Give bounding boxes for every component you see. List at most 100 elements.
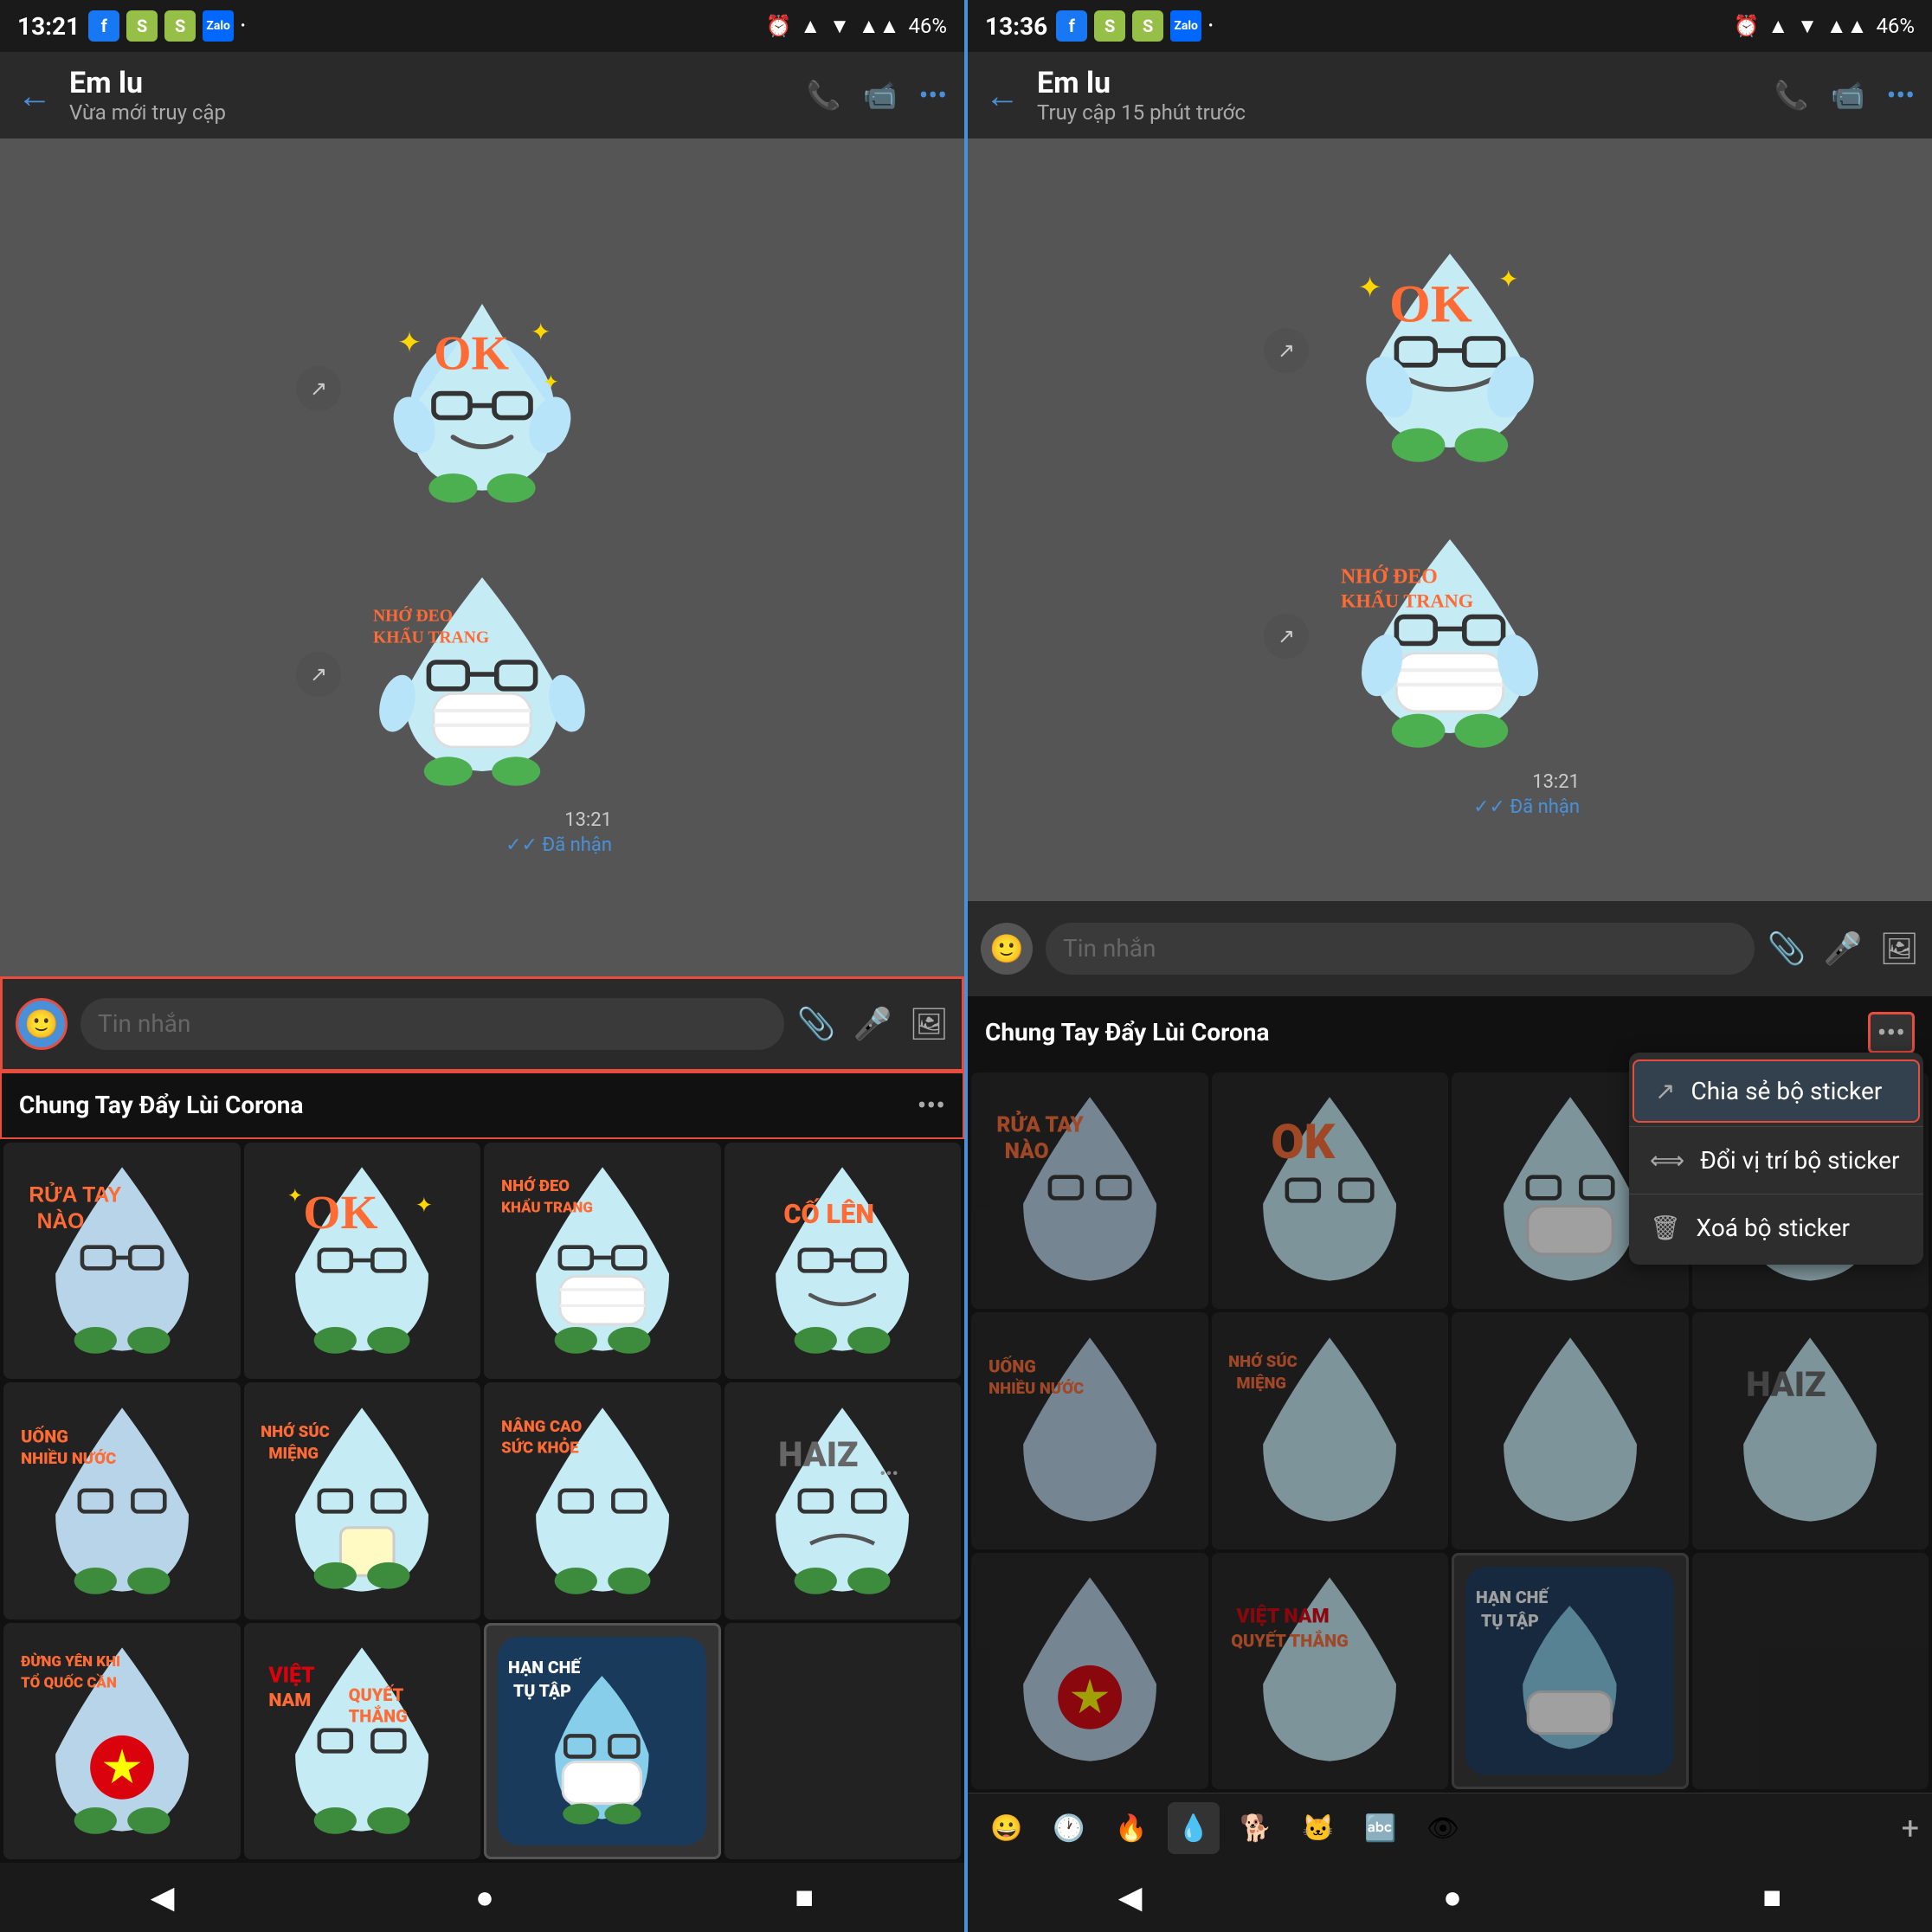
sticker-haiz[interactable]: HAIZ ••• bbox=[724, 1382, 962, 1620]
share-mask-btn-2[interactable]: ↗ bbox=[1264, 614, 1309, 659]
video-icon-2[interactable]: 📹 bbox=[1831, 79, 1865, 112]
sticker-tab-pack2[interactable]: 🐕 bbox=[1230, 1802, 1282, 1854]
svg-text:NHỚ ĐEO: NHỚ ĐEO bbox=[373, 606, 453, 625]
message-input-2[interactable]: Tin nhắn bbox=[1046, 923, 1755, 975]
sticker-drink-2[interactable]: UỐNG NHIỀU NƯỚC bbox=[971, 1312, 1208, 1549]
svg-text:RỬA TAY: RỬA TAY bbox=[996, 1111, 1084, 1138]
svg-text:•••: ••• bbox=[879, 1463, 898, 1484]
share-mask-btn[interactable]: ↗ bbox=[296, 652, 341, 697]
sticker-vn[interactable]: VIỆT NAM QUYẾT THẮNG bbox=[244, 1623, 481, 1860]
image-icon-2[interactable]: 🖼 bbox=[1879, 931, 1919, 967]
svg-text:NÂNG CAO: NÂNG CAO bbox=[501, 1417, 582, 1436]
more-icon-2[interactable]: ••• bbox=[1887, 79, 1915, 112]
emoji-button-1[interactable]: 🙂 bbox=[16, 998, 68, 1050]
ok-sticker-svg-2: OK ✦ ✦ bbox=[1329, 229, 1571, 472]
nav-back-2[interactable]: ◀ bbox=[1118, 1879, 1143, 1916]
message-input-1[interactable]: Tin nhắn bbox=[80, 998, 784, 1050]
input-bar-2: 🙂 Tin nhắn 📎 🎤 🖼 bbox=[968, 901, 1932, 996]
context-divider-1 bbox=[1629, 1126, 1923, 1127]
context-item-share[interactable]: ↗ Chia sẻ bộ sticker bbox=[1633, 1059, 1920, 1123]
emoji-button-2[interactable]: 🙂 bbox=[981, 923, 1033, 975]
share-ok-btn-2[interactable]: ↗ bbox=[1264, 328, 1309, 373]
sticker-empty-2 bbox=[1692, 1553, 1929, 1790]
sticker-health[interactable]: NÂNG CAO SỨC KHỎE bbox=[484, 1382, 721, 1620]
sticker-tab-pack1[interactable]: 💧 bbox=[1168, 1802, 1220, 1854]
attachment-icon-1[interactable]: 📎 bbox=[797, 1006, 836, 1042]
svg-text:✦: ✦ bbox=[543, 371, 559, 394]
sticker-flag[interactable]: ĐỪNG YÊN KHI TỔ QUỐC CẦN bbox=[3, 1623, 241, 1860]
sticker-gargle-2[interactable]: NHỚ SÚC MIỆNG bbox=[1212, 1312, 1449, 1549]
image-icon-1[interactable]: 🖼 bbox=[909, 1006, 949, 1042]
svg-text:✦: ✦ bbox=[531, 318, 551, 346]
sticker-tab-recent[interactable]: 🕐 bbox=[1043, 1802, 1095, 1854]
contact-name-2: Em lu bbox=[1037, 66, 1757, 100]
delete-label: Xoá bộ sticker bbox=[1697, 1214, 1850, 1242]
share-icon: ↗ bbox=[1655, 1077, 1675, 1105]
sticker-more-btn-1[interactable]: ••• bbox=[918, 1089, 945, 1122]
header-info-2: Em lu Truy cập 15 phút trước bbox=[1037, 66, 1757, 125]
sticker-wash-2[interactable]: RỬA TAY NÀO bbox=[971, 1072, 1208, 1310]
context-item-move[interactable]: ⟺ Đổi vị trí bộ sticker bbox=[1629, 1130, 1923, 1190]
sticker-health-2[interactable] bbox=[1452, 1312, 1689, 1549]
sticker-pack-header-1: Chung Tay Đẩy Lùi Corona ••• bbox=[0, 1072, 964, 1139]
svg-text:HAIZ: HAIZ bbox=[1746, 1364, 1826, 1405]
sticker-tab-text[interactable]: 🔤 bbox=[1355, 1802, 1407, 1854]
svg-text:CỐ LÊN: CỐ LÊN bbox=[784, 1197, 875, 1230]
sticker-vn-2[interactable]: VIỆT NAM QUYẾT THẮNG bbox=[1212, 1553, 1449, 1790]
sticker-wash[interactable]: RỬA TAY NÀO bbox=[3, 1143, 241, 1380]
nav-home-2[interactable]: ● bbox=[1443, 1879, 1462, 1916]
phone-icon-1[interactable]: 📞 bbox=[807, 79, 841, 112]
svg-text:OK: OK bbox=[304, 1186, 378, 1239]
svg-text:KHẨU TRANG: KHẨU TRANG bbox=[501, 1199, 593, 1217]
nav-home-1[interactable]: ● bbox=[475, 1879, 494, 1916]
sticker-tab-pack3[interactable]: 🐱 bbox=[1292, 1802, 1344, 1854]
back-button-2[interactable]: ← bbox=[985, 75, 1020, 116]
sticker-tab-trending[interactable]: 🔥 bbox=[1105, 1802, 1157, 1854]
sticker-gargle[interactable]: NHỚ SÚC MIỆNG bbox=[244, 1382, 481, 1620]
sticker-pack-name-1: Chung Tay Đẩy Lùi Corona bbox=[19, 1091, 304, 1119]
shopify-icon-4: S bbox=[1132, 10, 1163, 42]
svg-text:✦: ✦ bbox=[415, 1194, 434, 1219]
context-item-delete[interactable]: 🗑 Xoá bộ sticker bbox=[1629, 1198, 1923, 1258]
sticker-ok-2[interactable]: OK bbox=[1212, 1072, 1449, 1310]
sticker-tabs: 😀 🕐 🔥 💧 🐕 🐱 🔤 👁 + bbox=[968, 1793, 1932, 1863]
svg-text:RỬA TAY: RỬA TAY bbox=[29, 1182, 122, 1208]
phone-icon-2[interactable]: 📞 bbox=[1774, 79, 1809, 112]
add-sticker-btn[interactable]: + bbox=[1902, 1810, 1919, 1846]
msg-time-2: 13:21 bbox=[1532, 771, 1580, 793]
mic-icon-1[interactable]: 🎤 bbox=[853, 1006, 892, 1042]
nav-recent-1[interactable]: ■ bbox=[795, 1879, 814, 1916]
share-ok-btn[interactable]: ↗ bbox=[296, 366, 341, 411]
mic-icon-2[interactable]: 🎤 bbox=[1823, 931, 1862, 967]
nav-back-1[interactable]: ◀ bbox=[151, 1879, 175, 1916]
sticker-haiz-2[interactable]: HAIZ bbox=[1692, 1312, 1929, 1549]
svg-text:NHỚ ĐEO: NHỚ ĐEO bbox=[1341, 565, 1438, 589]
sticker-drink[interactable]: UỐNG NHIỀU NƯỚC bbox=[3, 1382, 241, 1620]
shopify-icon-3: S bbox=[1094, 10, 1125, 42]
svg-text:TỤ TẬP: TỤ TẬP bbox=[513, 1681, 571, 1701]
sticker-pack-name-2: Chung Tay Đẩy Lùi Corona bbox=[985, 1018, 1270, 1046]
svg-text:VIỆT NAM: VIỆT NAM bbox=[1236, 1604, 1330, 1628]
sticker-mask[interactable]: NHỚ ĐEO KHẨU TRANG bbox=[484, 1143, 721, 1380]
back-button-1[interactable]: ← bbox=[17, 75, 52, 116]
sticker-tab-emoji[interactable]: 😀 bbox=[981, 1802, 1033, 1854]
received-badge-2: ✓✓ Đã nhận bbox=[1473, 796, 1580, 818]
sticker-cheer[interactable]: CỐ LÊN bbox=[724, 1143, 962, 1380]
sticker-ok-visual: ↗ bbox=[352, 259, 612, 518]
input-actions-1: 📎 🎤 🖼 bbox=[797, 1006, 949, 1042]
attachment-icon-2[interactable]: 📎 bbox=[1768, 931, 1806, 967]
video-icon-1[interactable]: 📹 bbox=[863, 79, 898, 112]
wifi-icon-1: ▼ bbox=[829, 14, 850, 39]
nav-recent-2[interactable]: ■ bbox=[1762, 1879, 1781, 1916]
sticker-stay[interactable]: HẠN CHẾ TỤ TẬP bbox=[484, 1623, 721, 1860]
sticker-flag-2[interactable] bbox=[971, 1553, 1208, 1790]
sticker-ok[interactable]: OK ✦ ✦ bbox=[244, 1143, 481, 1380]
sticker-more-btn-2[interactable]: ••• bbox=[1868, 1012, 1915, 1053]
sticker-stay-2[interactable]: HẠN CHẾ TỤ TẬP bbox=[1452, 1553, 1689, 1790]
signal-icon-1: ▲ bbox=[800, 14, 821, 39]
svg-text:VIỆT: VIỆT bbox=[268, 1664, 316, 1689]
more-icon-1[interactable]: ••• bbox=[919, 79, 947, 112]
sticker-tab-pack4[interactable]: 👁 bbox=[1417, 1802, 1469, 1854]
chat-header-1: ← Em lu Vừa mới truy cập 📞 📹 ••• bbox=[0, 52, 964, 138]
fb-icon-2: f bbox=[1056, 10, 1087, 42]
